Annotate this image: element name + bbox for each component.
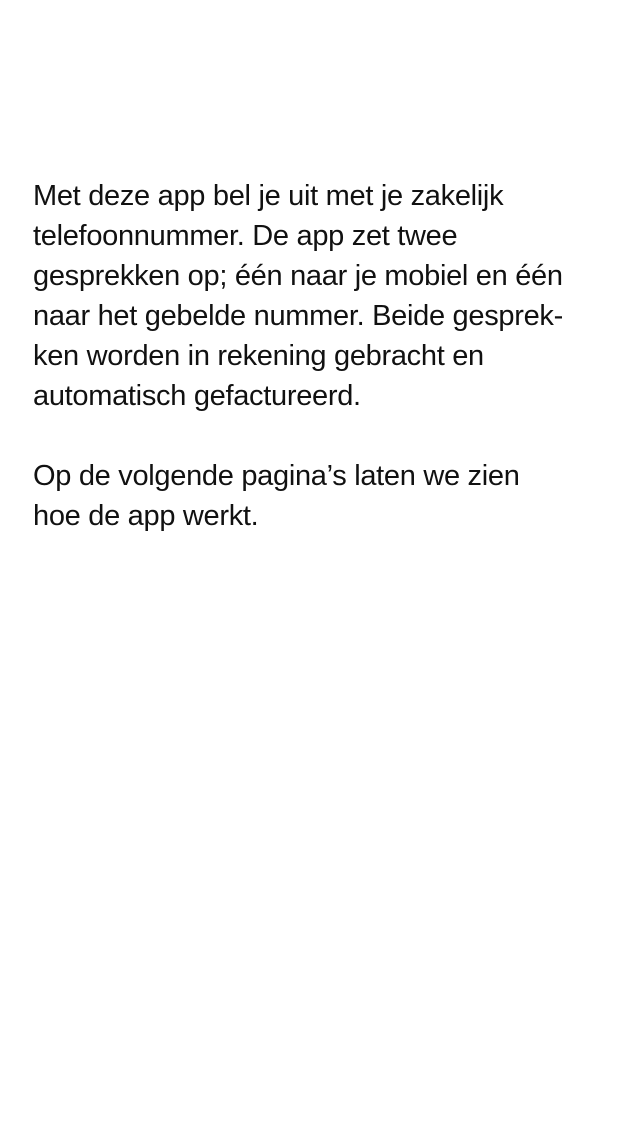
intro-text: Met deze app bel je uit met je zakelijk …	[33, 176, 623, 536]
text-line: ken worden in rekening gebracht en	[33, 340, 484, 372]
text-line: gesprekken op; één naar je mobiel en één	[33, 260, 563, 292]
intro-paragraph-1: Met deze app bel je uit met je zakelijk …	[33, 176, 623, 416]
text-line: automatisch gefactureerd.	[33, 380, 361, 412]
text-line: naar het gebelde nummer. Beide gesprek-	[33, 300, 563, 332]
text-line: Met deze app bel je uit met je zakelijk	[33, 180, 504, 212]
text-line: Op de volgende pagina’s laten we zien	[33, 460, 520, 492]
text-line: hoe de app werkt.	[33, 500, 259, 532]
intro-paragraph-2: Op de volgende pagina’s laten we zien ho…	[33, 456, 623, 536]
text-line: telefoonnummer. De app zet twee	[33, 220, 458, 252]
